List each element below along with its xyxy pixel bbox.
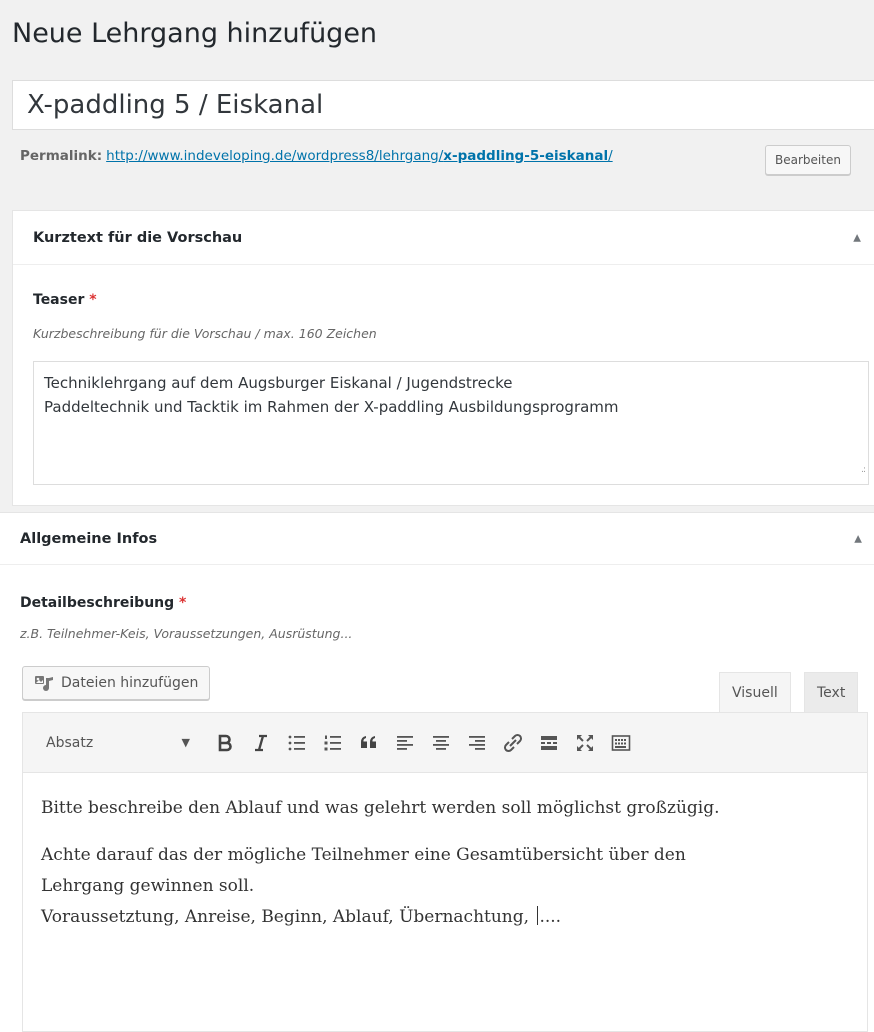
italic-icon[interactable]: [243, 728, 279, 758]
link-icon[interactable]: [495, 728, 531, 758]
editor-line: Lehrgang gewinnen soll.: [41, 876, 255, 896]
general-info-metabox-header[interactable]: Allgemeine Infos ▲: [0, 513, 874, 565]
align-center-icon[interactable]: [423, 728, 459, 758]
permalink-slug: x-paddling-5-eiskanal: [443, 148, 609, 164]
teaser-textarea[interactable]: Techniklehrgang auf dem Augsburger Eiska…: [33, 361, 869, 485]
rich-text-editor: Absatz ▼ Bitte beschreibe den Ablauf und…: [22, 712, 868, 1032]
resize-grip-icon[interactable]: .:: [861, 458, 866, 482]
tab-text[interactable]: Text: [804, 672, 859, 713]
permalink-url-base: http://www.indeveloping.de/wordpress8/le…: [106, 148, 444, 164]
editor-content[interactable]: Bitte beschreibe den Ablauf und was gele…: [23, 773, 867, 969]
toolbar-toggle-icon[interactable]: [603, 728, 639, 758]
post-title-input[interactable]: [12, 80, 874, 130]
permalink-row: Permalink: http://www.indeveloping.de/wo…: [20, 148, 613, 164]
arrow-up-icon[interactable]: ▲: [854, 533, 862, 544]
chevron-down-icon: ▼: [181, 736, 190, 749]
align-left-icon[interactable]: [387, 728, 423, 758]
fullscreen-icon[interactable]: [567, 728, 603, 758]
add-media-label: Dateien hinzufügen: [61, 675, 199, 691]
bold-icon[interactable]: [207, 728, 243, 758]
page-title: Neue Lehrgang hinzufügen: [12, 18, 378, 49]
editor-line: Voraussetztung, Anreise, Beginn, Ablauf,…: [41, 907, 535, 927]
arrow-up-icon[interactable]: ▲: [853, 232, 861, 243]
editor-paragraph: Bitte beschreibe den Ablauf und was gele…: [41, 798, 720, 818]
permalink-link[interactable]: http://www.indeveloping.de/wordpress8/le…: [106, 148, 613, 164]
add-media-button[interactable]: Dateien hinzufügen: [22, 666, 211, 700]
detail-label: Detailbeschreibung *: [20, 595, 186, 611]
required-mark: *: [179, 595, 187, 611]
teaser-label: Teaser *: [33, 292, 97, 308]
format-select-value: Absatz: [46, 734, 94, 751]
editor-paragraph: Achte darauf das der mögliche Teilnehmer…: [41, 840, 849, 933]
teaser-description: Kurzbeschreibung für die Vorschau / max.…: [33, 326, 377, 341]
detail-description: z.B. Teilnehmer-Keis, Voraussetzungen, A…: [20, 626, 353, 641]
editor-toolbar: Absatz ▼: [23, 713, 867, 773]
align-right-icon[interactable]: [459, 728, 495, 758]
preview-metabox-header[interactable]: Kurztext für die Vorschau ▲: [13, 211, 874, 265]
editor-line-end: ....: [539, 907, 562, 927]
add-media-icon: [35, 676, 53, 691]
read-more-icon[interactable]: [531, 728, 567, 758]
blockquote-icon[interactable]: [351, 728, 387, 758]
bullet-list-icon[interactable]: [279, 728, 315, 758]
tab-visual[interactable]: Visuell: [719, 672, 791, 713]
numbered-list-icon[interactable]: [315, 728, 351, 758]
general-info-metabox-title: Allgemeine Infos: [20, 530, 158, 547]
teaser-line: Techniklehrgang auf dem Augsburger Eiska…: [44, 374, 513, 392]
required-mark: *: [89, 292, 97, 308]
editor-line: Achte darauf das der mögliche Teilnehmer…: [41, 845, 686, 865]
preview-metabox: Kurztext für die Vorschau ▲ Teaser * Kur…: [12, 210, 874, 506]
permalink-label: Permalink:: [20, 148, 103, 164]
detail-label-text: Detailbeschreibung: [20, 595, 175, 611]
teaser-label-text: Teaser: [33, 292, 85, 308]
permalink-edit-button[interactable]: Bearbeiten: [765, 145, 851, 175]
permalink-url-suffix: /: [608, 148, 613, 164]
general-info-metabox: Allgemeine Infos ▲ Detailbeschreibung * …: [0, 512, 874, 1032]
preview-metabox-title: Kurztext für die Vorschau: [33, 229, 243, 246]
format-select[interactable]: Absatz ▼: [35, 728, 199, 758]
teaser-line: Paddeltechnik und Tacktik im Rahmen der …: [44, 398, 619, 416]
